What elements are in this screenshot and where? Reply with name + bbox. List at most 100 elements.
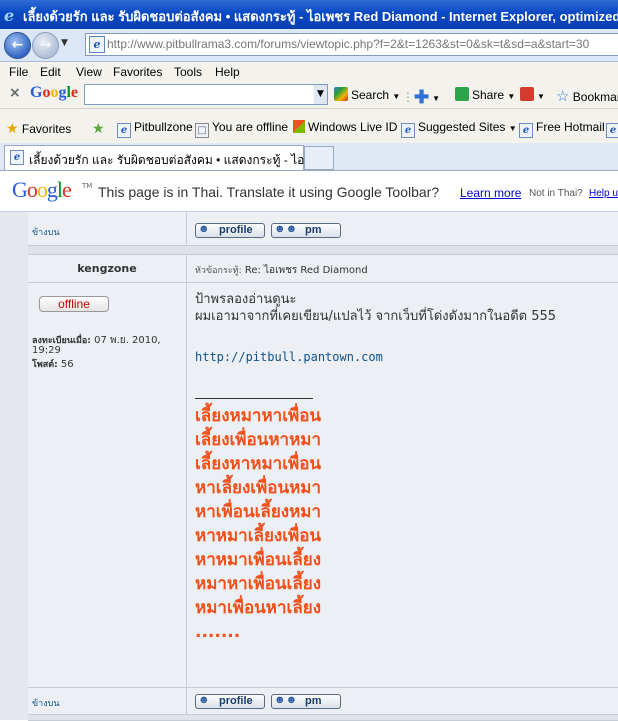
learn-more-link[interactable]: Learn more (460, 186, 521, 200)
close-toolbar-icon[interactable]: × (9, 85, 21, 101)
fav-item-offline[interactable]: □ You are offline (195, 120, 288, 138)
favorites-button[interactable]: ★ Favorites (6, 120, 71, 137)
fav-item-windows-live[interactable]: Windows Live ID (293, 120, 397, 134)
signature-line: เลี้ยงหาหมาเพื่อน (195, 454, 322, 474)
window-title: เลี้ยงด้วยรัก และ รับผิดชอบต่อสังคม • แส… (23, 9, 618, 24)
prev-post-footer: ข้างบน ☻ profile ☻☻ pm (28, 212, 618, 246)
not-thai-label: Not in Thai? (529, 188, 583, 199)
tab-active[interactable]: e เลี้ยงด้วยรัก และ รับผิดชอบต่อสังคม • … (4, 145, 318, 170)
share-icon (455, 87, 469, 101)
signature-line: หมาเพื่อนหาเลี้ยง (195, 598, 322, 618)
favorites-star-icon: ★ (6, 120, 19, 136)
tab-strip: e เลี้ยงด้วยรัก และ รับผิดชอบต่อสังคม • … (0, 143, 618, 171)
post-author[interactable]: kengzone (28, 262, 186, 275)
back-to-top-link[interactable]: ข้างบน (32, 225, 59, 239)
help-link[interactable]: Help u (589, 188, 618, 199)
post-signature: เลี้ยงหมาหาเพื่อน เลี้ยงเพื่อนหาหมา เลี้… (195, 404, 321, 644)
google-toolbar: × Google ▼ Search ▼ ⋮✚ ▼ Share ▼ ▼ ☆ Book… (0, 81, 618, 109)
recent-pages-dropdown[interactable]: ▼ (61, 38, 68, 48)
profile-button[interactable]: ☻ profile (195, 223, 265, 238)
signature-line: เลี้ยงเพื่อนหาหมา (195, 430, 322, 450)
menu-favorites[interactable]: Favorites (113, 65, 162, 79)
forward-button[interactable]: → (32, 32, 59, 59)
menu-tools[interactable]: Tools (174, 65, 202, 79)
signature-line: เลี้ยงหมาหาเพื่อน (195, 406, 322, 426)
author-cell: kengzone (28, 255, 187, 282)
post-count: โพสต์: 56 (32, 359, 74, 370)
users-icon: ☻☻ (274, 223, 298, 235)
post-header: kengzone หัวข้อกระทู้: Re: ไอเพชร Red Di… (28, 255, 618, 283)
signature-divider (195, 398, 313, 399)
pm-button[interactable]: ☻☻ pm (271, 223, 341, 238)
page-icon: e (89, 36, 105, 53)
signature-line: หาหมาเพื่อนเลี้ยง (195, 550, 322, 570)
fav-item-overflow[interactable]: e (606, 120, 618, 138)
post-separator (28, 715, 618, 721)
forward-arrow-icon: → (39, 37, 52, 53)
signature-line: หมาหาเพื่อนเลี้ยง (195, 574, 322, 594)
back-button[interactable]: ← (4, 32, 31, 59)
window-titlebar: e เลี้ยงด้วยรัก และ รับผิดชอบต่อสังคม • … (0, 0, 618, 29)
google-toolbar-logo[interactable]: Google (30, 84, 78, 102)
address-url[interactable]: http://www.pitbullrama3.com/forums/viewt… (107, 37, 589, 51)
post-body-row: offline ลงทะเบียนเมื่อ: 07 พ.ย. 2010, 19… (28, 283, 618, 688)
menu-view[interactable]: View (76, 65, 102, 79)
page-left-margin (0, 212, 29, 720)
google-popup-blocker-button[interactable]: ▼ (520, 87, 545, 102)
back-to-top-link[interactable]: ข้างบน (32, 696, 59, 710)
menu-bar: File Edit View Favorites Tools Help (0, 62, 618, 81)
footer-left-cell: ข้างบน (28, 688, 187, 714)
add-favorite-icon: ★ (92, 120, 105, 136)
pm-button[interactable]: ☻☻ pm (271, 694, 341, 709)
navigation-bar: ← → ▼ e http://www.pitbullrama3.com/foru… (0, 29, 618, 62)
online-status-badge: offline (39, 296, 109, 312)
new-tab-button[interactable] (304, 146, 334, 170)
menu-file[interactable]: File (9, 65, 28, 79)
translate-message: This page is in Thai. Translate it using… (98, 184, 440, 200)
google-search-dropdown[interactable]: ▼ (314, 84, 328, 105)
ie-page-icon: e (10, 150, 24, 165)
fav-item-pitbullzone[interactable]: e Pitbullzone (117, 120, 193, 138)
signature-line: หาเลี้ยงเพื่อนหมา (195, 478, 322, 498)
signature-line: หาหมาเลี้ยงเพื่อน (195, 526, 322, 546)
ie-page-icon: e (401, 123, 415, 138)
translate-bar: Google TM This page is in Thai. Translat… (0, 171, 618, 212)
google-plus-button[interactable]: ⋮✚ ▼ (402, 87, 440, 107)
footer-left-cell: ข้างบน (28, 212, 187, 245)
menu-edit[interactable]: Edit (40, 65, 61, 79)
menu-help[interactable]: Help (215, 65, 240, 79)
post-subject: หัวข้อกระทู้: Re: ไอเพชร Red Diamond (195, 265, 368, 276)
popup-blocker-icon (520, 87, 534, 101)
ie-logo-icon: e (4, 6, 15, 25)
bookmark-star-icon: ☆ (556, 88, 570, 105)
favorites-bar: ★ Favorites ★ e Pitbullzone □ You are offl… (0, 109, 618, 144)
google-share-button[interactable]: Share ▼ (455, 87, 515, 102)
post-content: ป้าพรลองอ่านดูนะ ผมเอามาจากที่เคยเขียน/แ… (195, 291, 615, 642)
ie-page-icon: e (519, 123, 533, 138)
plus-icon: ✚ (414, 87, 430, 107)
profile-button[interactable]: ☻ profile (195, 694, 265, 709)
trademark-label: TM (82, 182, 93, 190)
address-bar[interactable]: e http://www.pitbullrama3.com/forums/vie… (85, 33, 618, 56)
signature-line: หาเพื่อนเลี้ยงหมา (195, 502, 322, 522)
fav-item-hotmail[interactable]: e Free Hotmail (519, 120, 605, 138)
joined-time: 19:29 (32, 345, 61, 356)
forum-content: ข้างบน ☻ profile ☻☻ pm kengzone หัวข้อกระท… (0, 212, 618, 721)
add-to-favorites-button[interactable]: ★ (92, 120, 105, 137)
google-logo: Google (12, 177, 72, 202)
user-icon: ☻ (198, 223, 210, 235)
users-icon: ☻☻ (274, 694, 298, 706)
post-footer: ข้างบน ☻ profile ☻☻ pm (28, 688, 618, 715)
ie-page-icon: e (117, 123, 131, 138)
post-text-line-1: ป้าพรลองอ่านดูนะ (195, 292, 297, 307)
user-icon: ☻ (198, 694, 210, 706)
google-search-button[interactable]: Search ▼ (334, 87, 400, 102)
tab-label: เลี้ยงด้วยรัก และ รับผิดชอบต่อสังคม • แส… (29, 153, 319, 167)
google-search-input[interactable] (84, 84, 316, 105)
fav-item-suggested-sites[interactable]: e Suggested Sites ▼ (401, 120, 517, 138)
google-bookmarks-button[interactable]: ☆ Bookmar (556, 87, 618, 105)
post-link[interactable]: http://pitbull.pantown.com (195, 350, 383, 364)
author-profile-cell: offline ลงทะเบียนเมื่อ: 07 พ.ย. 2010, 19… (28, 283, 187, 687)
signature-line: ....... (195, 622, 241, 642)
windows-flag-icon (293, 120, 305, 133)
